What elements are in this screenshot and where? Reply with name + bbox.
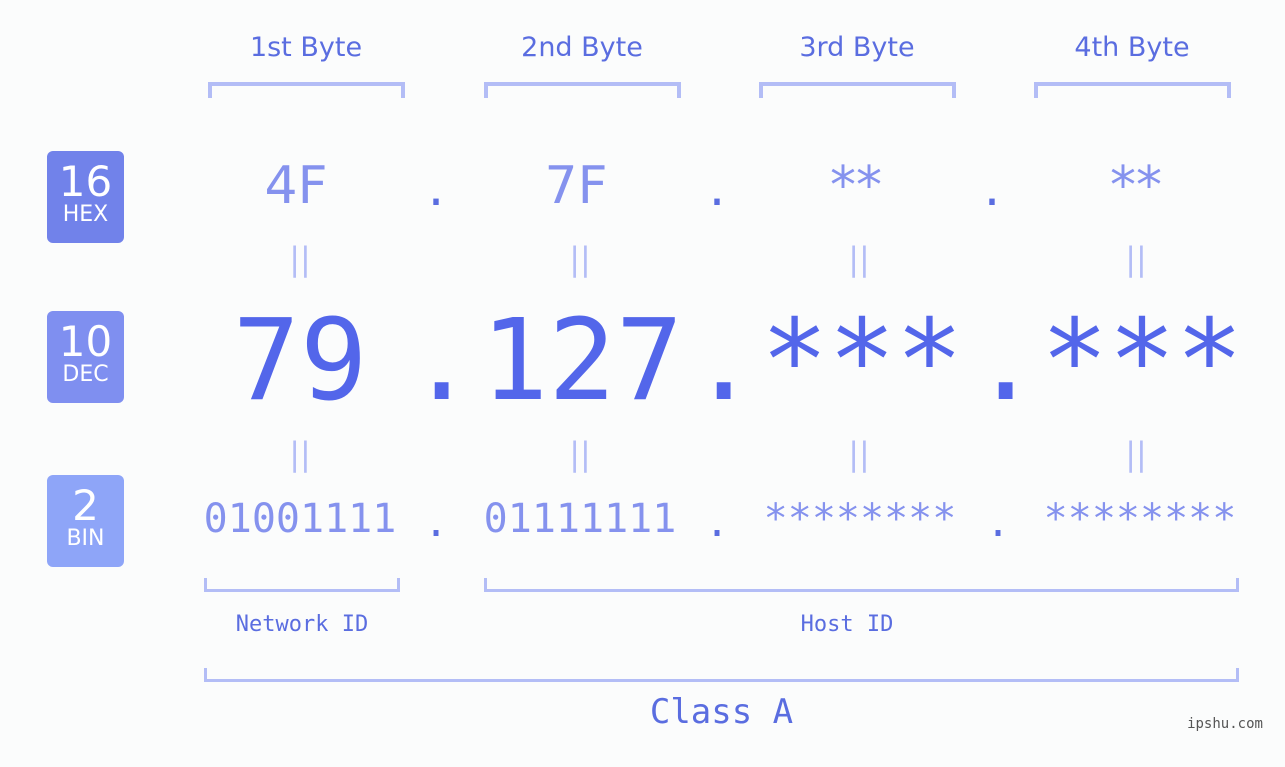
hex-byte-1: 4F bbox=[264, 156, 328, 216]
bin-byte-1: 01001111 bbox=[203, 496, 397, 542]
network-id-label: Network ID bbox=[235, 612, 369, 637]
byte-bracket-4 bbox=[1034, 82, 1231, 98]
hex-byte-2: 7F bbox=[544, 156, 608, 216]
byte-bracket-3 bbox=[759, 82, 956, 98]
hex-badge-label: HEX bbox=[62, 202, 109, 227]
hex-dot-1: . bbox=[427, 158, 445, 218]
dec-badge-number: 10 bbox=[58, 317, 113, 366]
network-id-bracket bbox=[204, 578, 400, 592]
hex-dot-2: . bbox=[708, 158, 726, 218]
bin-badge-number: 2 bbox=[72, 481, 99, 530]
bin-dot-3: . bbox=[985, 500, 1011, 546]
bin-dot-1: . bbox=[423, 500, 449, 546]
hex-dot-3: . bbox=[983, 158, 1001, 218]
dec-byte-1: 79 bbox=[232, 296, 368, 426]
hex-byte-3: ** bbox=[830, 156, 882, 216]
hex-badge: 16 HEX bbox=[47, 151, 124, 243]
byte-bracket-1 bbox=[208, 82, 405, 98]
dec-dot-3: . bbox=[972, 296, 1040, 426]
equals-sign: || bbox=[848, 240, 870, 278]
dec-byte-2: 127 bbox=[480, 296, 684, 426]
equals-sign: || bbox=[1125, 240, 1147, 278]
bin-byte-3: ******** bbox=[763, 496, 957, 542]
byte-header-3: 3rd Byte bbox=[799, 32, 915, 63]
byte-header-1: 1st Byte bbox=[249, 32, 363, 63]
dec-byte-4: *** bbox=[1040, 296, 1244, 426]
dec-badge: 10 DEC bbox=[47, 311, 124, 403]
dec-dot-2: . bbox=[690, 296, 758, 426]
hex-badge-number: 16 bbox=[58, 157, 113, 206]
dec-dot-1: . bbox=[408, 296, 476, 426]
byte-header-2: 2nd Byte bbox=[521, 32, 643, 63]
equals-sign: || bbox=[848, 435, 870, 473]
bin-badge-label: BIN bbox=[66, 526, 105, 551]
equals-sign: || bbox=[569, 435, 591, 473]
bin-byte-4: ******** bbox=[1043, 496, 1237, 542]
byte-bracket-2 bbox=[484, 82, 681, 98]
host-id-bracket bbox=[484, 578, 1239, 592]
dec-badge-label: DEC bbox=[62, 362, 109, 387]
equals-sign: || bbox=[569, 240, 591, 278]
dec-byte-3: *** bbox=[760, 296, 964, 426]
class-bracket bbox=[204, 668, 1239, 682]
watermark: ipshu.com bbox=[1187, 716, 1263, 732]
host-id-label: Host ID bbox=[800, 612, 894, 637]
equals-sign: || bbox=[289, 435, 311, 473]
bin-dot-2: . bbox=[704, 500, 730, 546]
equals-sign: || bbox=[289, 240, 311, 278]
equals-sign: || bbox=[1125, 435, 1147, 473]
bin-byte-2: 01111111 bbox=[483, 496, 677, 542]
bin-badge: 2 BIN bbox=[47, 475, 124, 567]
hex-byte-4: ** bbox=[1110, 156, 1162, 216]
class-label: Class A bbox=[649, 692, 794, 732]
byte-header-4: 4th Byte bbox=[1074, 32, 1190, 63]
